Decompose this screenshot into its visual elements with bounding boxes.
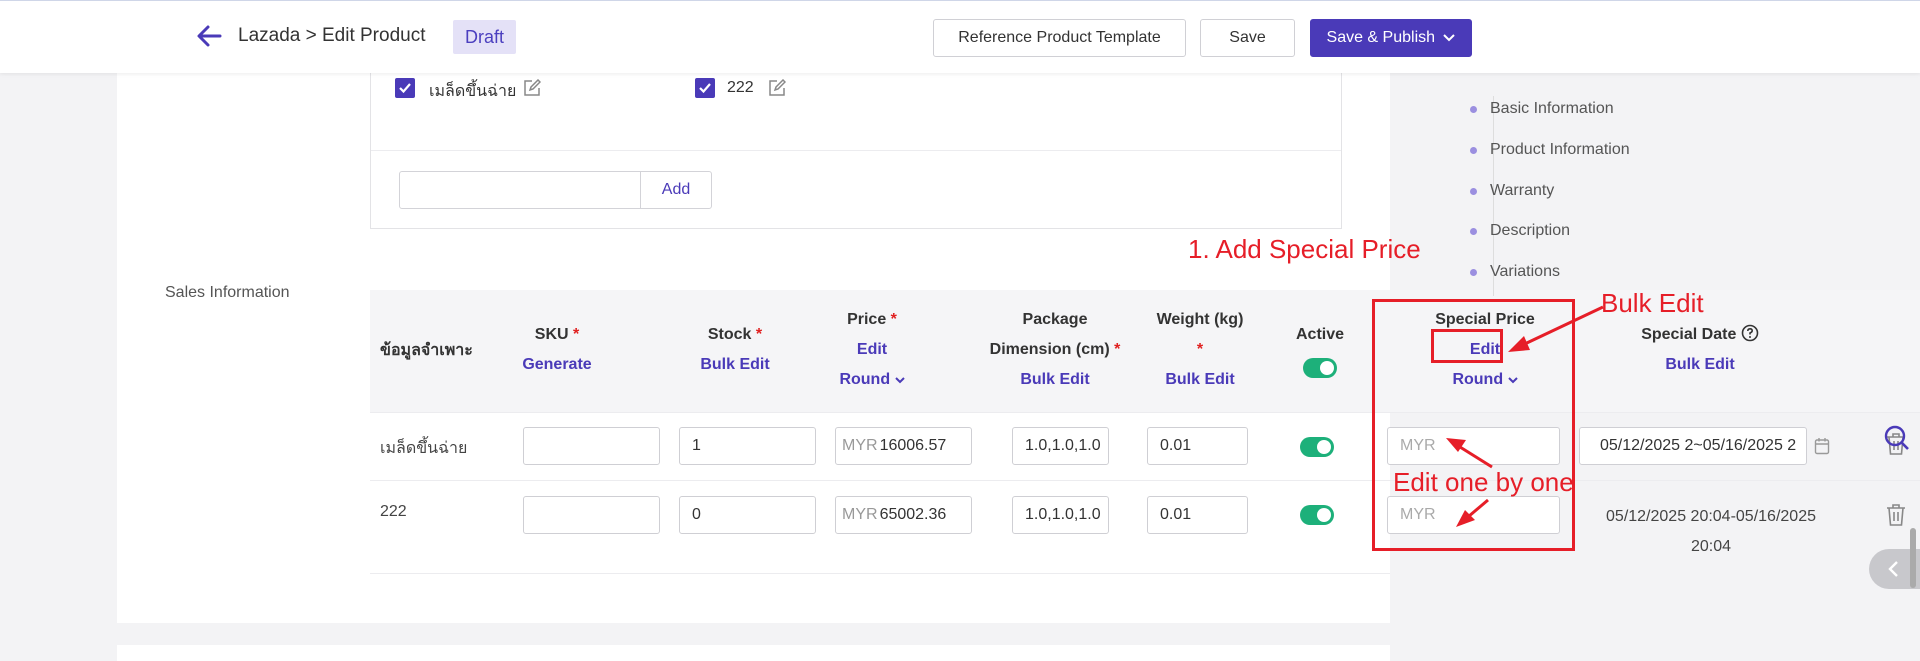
top-bar: Lazada > Edit Product Draft Reference Pr…: [0, 0, 1920, 73]
save-publish-button[interactable]: Save & Publish: [1310, 19, 1472, 57]
save-button[interactable]: Save: [1200, 19, 1295, 57]
back-arrow-icon[interactable]: [196, 23, 222, 49]
arrow-head-icon: [1508, 336, 1530, 352]
breadcrumb: Lazada > Edit Product: [238, 25, 426, 46]
status-badge: Draft: [453, 20, 517, 54]
reference-template-button[interactable]: Reference Product Template: [933, 19, 1186, 57]
save-publish-label: Save & Publish: [1326, 29, 1436, 46]
annotation-arrows: [1446, 305, 1604, 527]
chevron-down-icon: [1443, 34, 1456, 42]
